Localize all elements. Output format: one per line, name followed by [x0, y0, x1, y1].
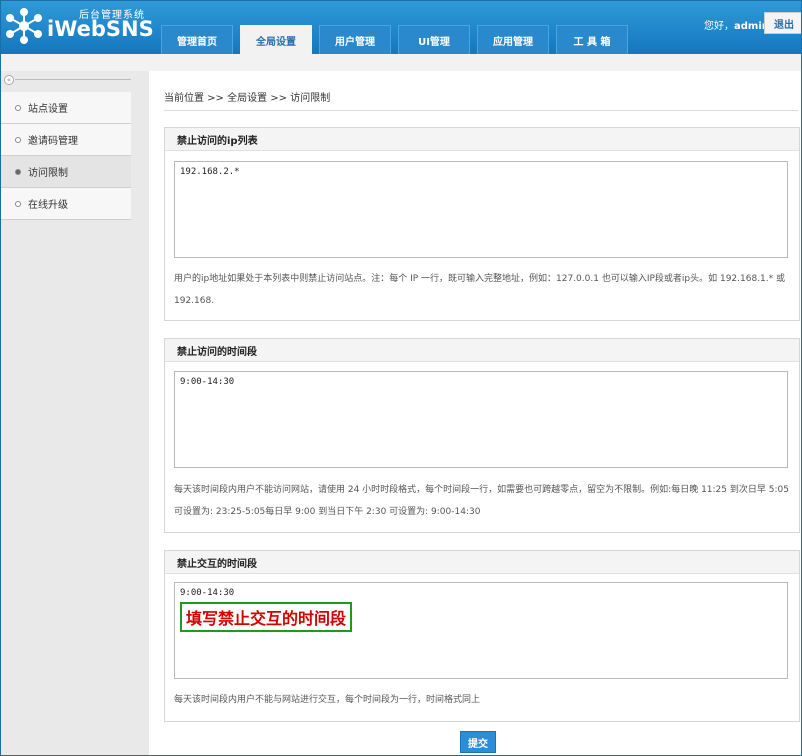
bullet-icon [15, 200, 21, 207]
bullet-icon [15, 104, 21, 111]
blocked-access-time-input[interactable]: 9:00-14:30 [174, 371, 788, 468]
app-window: 后台管理系统 iWebSNS 管理首页 全局设置 用户管理 UI管理 应用管理 … [0, 0, 802, 756]
header: 后台管理系统 iWebSNS 管理首页 全局设置 用户管理 UI管理 应用管理 … [1, 1, 801, 54]
breadcrumb: 当前位置 >> 全局设置 >> 访问限制 [164, 93, 331, 104]
blocked-interaction-time-panel: 禁止交互的时间段 9:00-14:30 填写禁止交互的时间段 每天该时间段内用户… [164, 550, 800, 722]
panel-title: 禁止交互的时间段 [165, 551, 799, 574]
user-greeting: 您好，admin [704, 17, 769, 32]
top-strip [1, 54, 801, 71]
sidebar-item-access-restrictions[interactable]: 访问限制 [1, 156, 131, 188]
sidebar-divider [15, 79, 131, 80]
logo-icon [6, 8, 42, 44]
panel-title: 禁止访问的时间段 [165, 339, 799, 362]
tab-ui-management[interactable]: UI管理 [398, 25, 470, 54]
ip-blacklist-note: 用户的ip地址如果处于本列表中则禁止访问站点。注：每个 IP 一行，既可输入完整… [174, 274, 786, 306]
blocked-interaction-time-input[interactable]: 9:00-14:30 填写禁止交互的时间段 [174, 582, 788, 679]
panel-title: 禁止访问的ip列表 [165, 128, 799, 151]
bullet-icon [15, 168, 21, 175]
tab-toolbox[interactable]: 工 具 箱 [556, 25, 628, 54]
sidebar: « 站点设置 邀请码管理 访问限制 在线升级 [1, 71, 131, 755]
greeting-prefix: 您好， [704, 21, 734, 32]
sidebar-menu: 站点设置 邀请码管理 访问限制 在线升级 [1, 92, 131, 220]
submit-button[interactable]: 提交 [460, 731, 496, 753]
main-nav: 管理首页 全局设置 用户管理 UI管理 应用管理 工 具 箱 [161, 25, 635, 54]
tab-dashboard[interactable]: 管理首页 [161, 25, 233, 54]
logout-button[interactable]: 退出 [764, 12, 801, 34]
breadcrumb-divider [164, 110, 798, 111]
logo: 后台管理系统 iWebSNS [5, 5, 155, 45]
blocked-access-time-note: 每天该时间段内用户不能访问网站，请使用 24 小时时段格式，每个时间段一行，如需… [174, 485, 789, 517]
input-value: 9:00-14:30 [180, 588, 235, 598]
sidebar-item-label: 邀请码管理 [28, 136, 78, 147]
tab-user-management[interactable]: 用户管理 [319, 25, 391, 54]
logo-name: iWebSNS [47, 17, 154, 41]
annotation-hint: 填写禁止交互的时间段 [180, 602, 353, 632]
sidebar-item-online-upgrade[interactable]: 在线升级 [1, 188, 131, 220]
ip-blacklist-input[interactable]: 192.168.2.* [174, 161, 788, 258]
sidebar-item-site-settings[interactable]: 站点设置 [1, 92, 131, 124]
sidebar-item-invite-codes[interactable]: 邀请码管理 [1, 124, 131, 156]
sidebar-item-label: 站点设置 [28, 104, 68, 115]
sidebar-item-label: 在线升级 [28, 200, 68, 211]
blocked-interaction-time-note: 每天该时间段内用户不能与网站进行交互，每个时间段为一行，时间格式同上 [174, 695, 481, 705]
ip-blacklist-panel: 禁止访问的ip列表 192.168.2.* 用户的ip地址如果处于本列表中则禁止… [164, 127, 800, 321]
tab-global-settings[interactable]: 全局设置 [240, 25, 312, 54]
bullet-icon [15, 136, 21, 143]
main-content: 当前位置 >> 全局设置 >> 访问限制 禁止访问的ip列表 192.168.2… [149, 71, 801, 755]
tab-app-management[interactable]: 应用管理 [477, 25, 549, 54]
blocked-access-time-panel: 禁止访问的时间段 9:00-14:30 每天该时间段内用户不能访问网站，请使用 … [164, 338, 800, 533]
collapse-sidebar-icon[interactable]: « [4, 75, 14, 85]
sidebar-item-label: 访问限制 [28, 168, 68, 179]
